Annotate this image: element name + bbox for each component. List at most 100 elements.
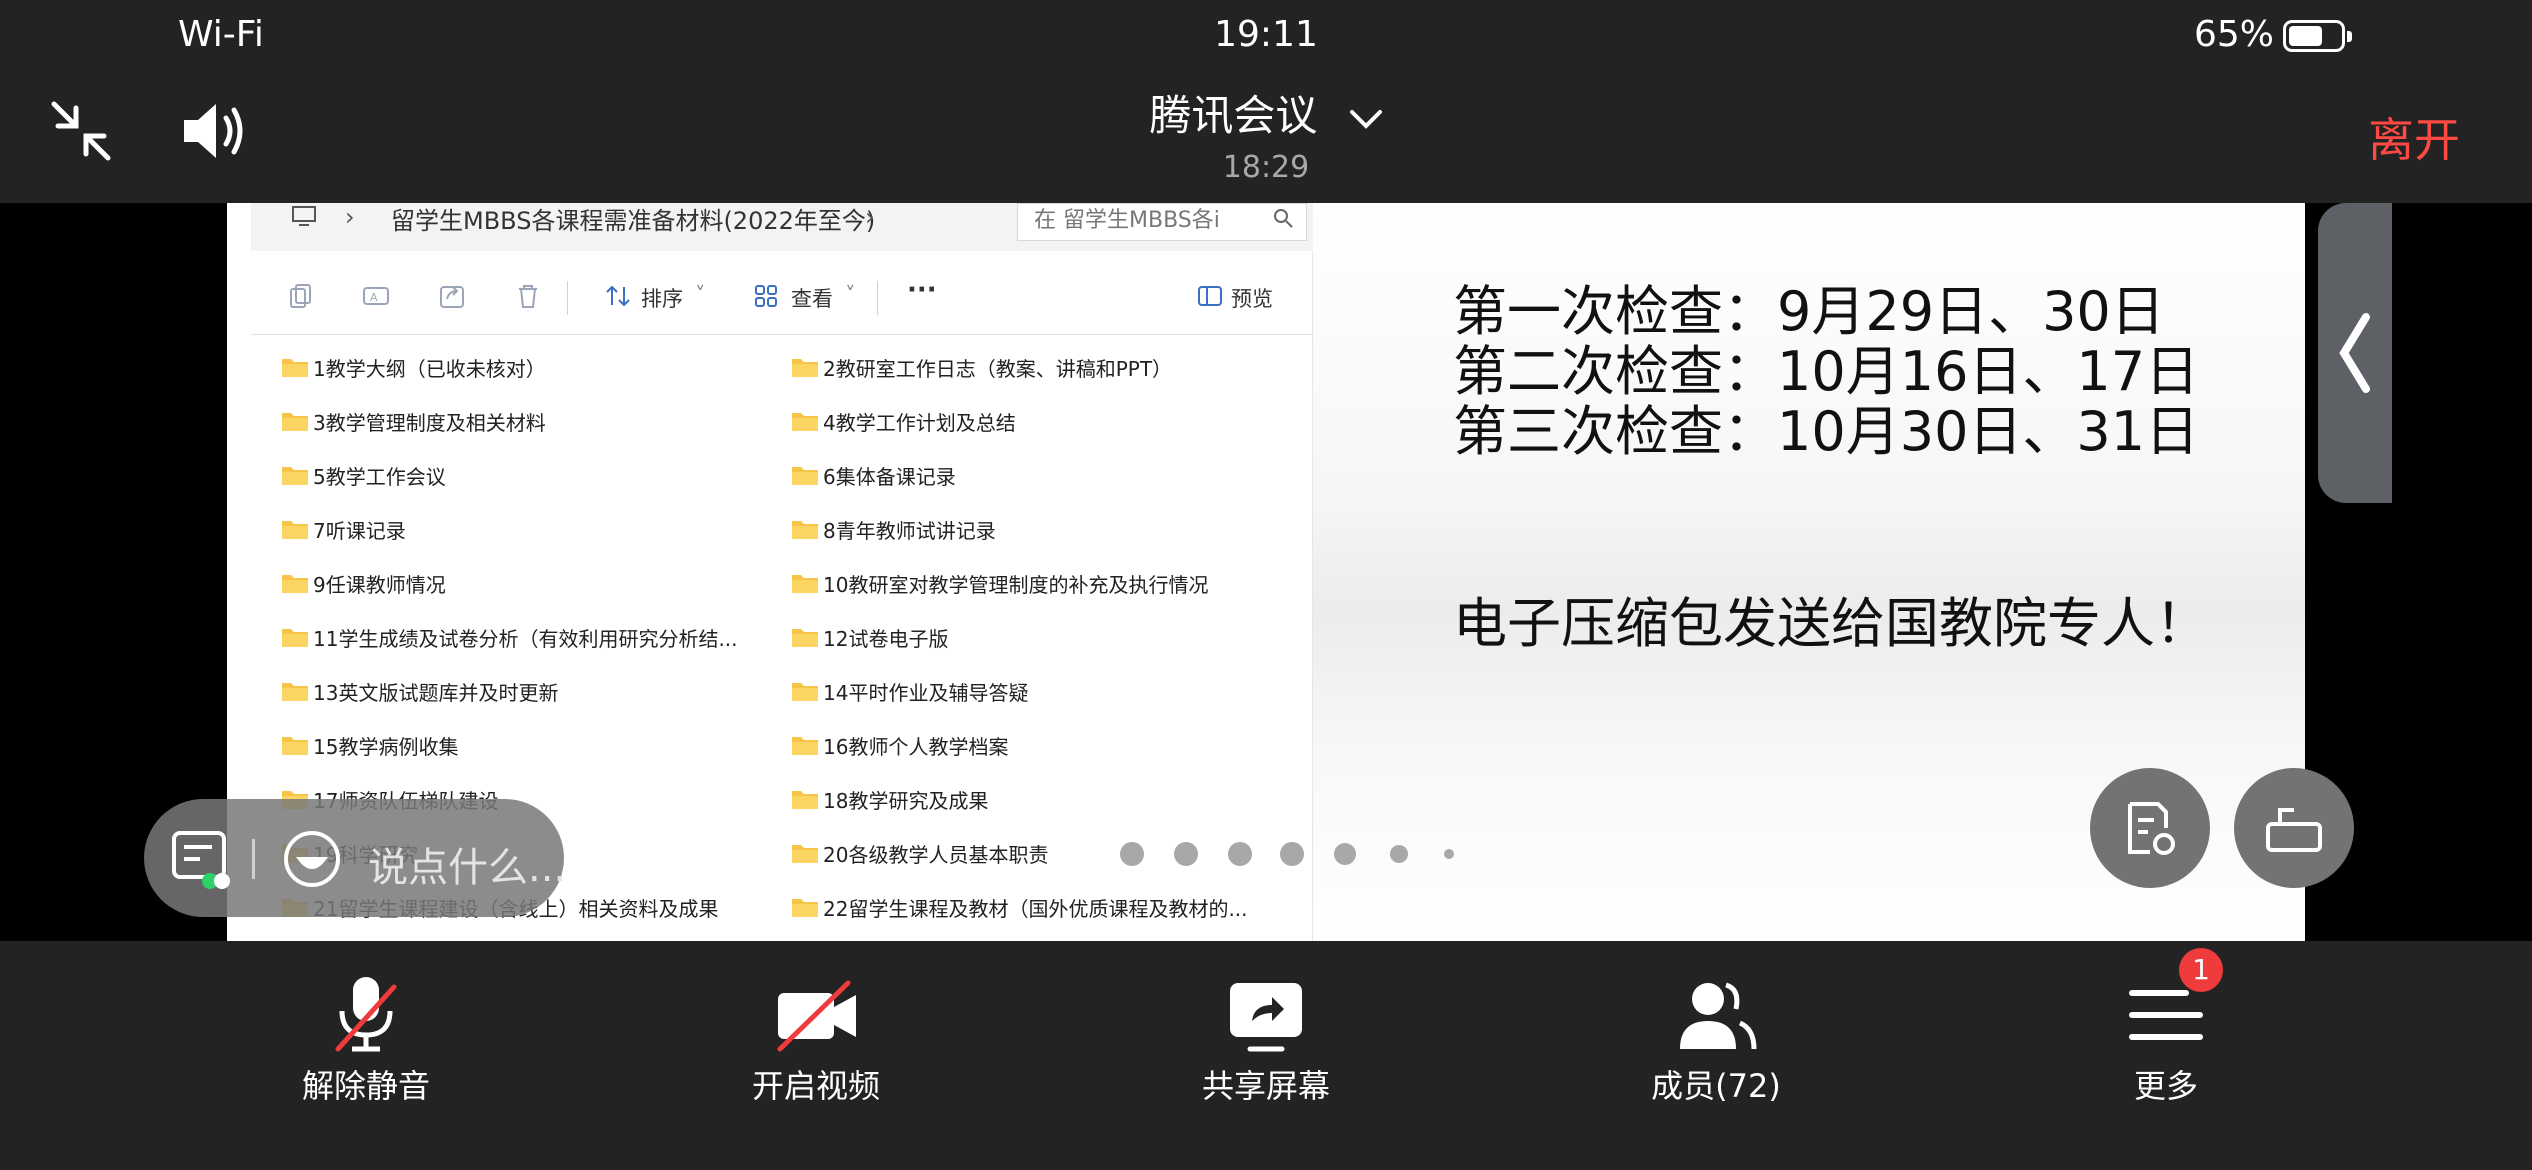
- share-icon: [440, 286, 464, 308]
- folder-icon: [282, 521, 308, 539]
- folder-icon: [792, 629, 818, 647]
- folder-label: 3教学管理制度及相关材料: [313, 411, 546, 435]
- folder-label: 18教学研究及成果: [823, 789, 989, 813]
- chevron-left-icon: [2339, 313, 2370, 393]
- folder-label: 8青年教师试讲记录: [823, 519, 996, 543]
- folder-label: 16教师个人教学档案: [823, 735, 1009, 759]
- folder-label: 20各级教学人员基本职责: [823, 843, 1049, 867]
- rotate-lock-icon: [2266, 808, 2322, 852]
- meeting-toolbar: 解除静音 开启视频 共享屏幕 成员(72) 更多: [0, 941, 2532, 1170]
- computer-icon: [292, 206, 316, 226]
- copy-icon: [290, 284, 311, 308]
- folder-label: 6集体备课记录: [823, 465, 956, 489]
- folder-icon: [792, 683, 818, 701]
- unmute-button[interactable]: 解除静音: [216, 941, 516, 1170]
- folder-icon: [792, 737, 818, 755]
- folder-icon: [792, 899, 818, 917]
- folder-icon: [792, 413, 818, 431]
- folder-label: 4教学工作计划及总结: [823, 411, 1016, 435]
- folder-label: 10教研室对教学管理制度的补充及执行情况: [823, 573, 1209, 597]
- chat-placeholder: 说点什么...: [368, 845, 567, 891]
- chevron-right-icon: ›: [345, 203, 355, 231]
- folder-icon: [792, 845, 818, 863]
- toolbar-divider: [877, 281, 878, 315]
- chevron-right-icon: ›: [865, 203, 875, 231]
- chevron-down-icon: [1349, 109, 1382, 129]
- sort-icon: [606, 285, 630, 307]
- folder-icon: [792, 467, 818, 485]
- folder-label: 2教研室工作日志（教案、讲稿和PPT）: [823, 357, 1173, 381]
- rename-icon: A: [363, 287, 389, 305]
- folder-icon: [792, 575, 818, 593]
- explorer-search-box: 在 留学生MBBS各i: [1017, 203, 1307, 241]
- leave-meeting-button[interactable]: 离开: [2368, 104, 2460, 170]
- side-panel-toggle[interactable]: [2318, 203, 2392, 503]
- folder-label: 11学生成绩及试卷分析（有效利用研究分析结...: [313, 627, 738, 651]
- microphone-muted-icon: [335, 977, 397, 1052]
- document-sync-button[interactable]: [2090, 768, 2210, 888]
- chat-divider: [252, 839, 255, 879]
- chevron-down-icon: ˅: [845, 283, 856, 307]
- chevron-down-icon: ˅: [695, 283, 706, 307]
- meeting-duration: 18:29: [1222, 150, 1310, 185]
- folder-icon: [282, 629, 308, 647]
- folder-label: 14平时作业及辅导答疑: [823, 681, 1029, 705]
- explorer-address-bar: › 留学生MBBS各课程需准备材料(2022年至今) › 在 留学生MBBS各i: [251, 203, 1313, 251]
- start-video-label: 开启视频: [751, 1067, 880, 1105]
- folder-label: 9任课教师情况: [313, 573, 446, 597]
- folder-icon: [282, 359, 308, 377]
- explorer-toolbar: A 排序 ˅ 查看 ˅ ··· 预览: [251, 261, 1313, 335]
- more-label: 更多: [2133, 1067, 2198, 1105]
- battery-icon: [2283, 20, 2352, 52]
- page-indicator[interactable]: [1120, 842, 1460, 868]
- rotate-screen-button[interactable]: [2234, 768, 2354, 888]
- start-video-button[interactable]: 开启视频: [666, 941, 966, 1170]
- folder-label: 13英文版试题库并及时更新: [313, 681, 559, 705]
- folder-icon: [282, 683, 308, 701]
- preview-pane-icon: [1198, 286, 1222, 306]
- members-button[interactable]: 成员(72): [1566, 941, 1866, 1170]
- share-screen-button[interactable]: 共享屏幕: [1116, 941, 1416, 1170]
- folder-icon: [792, 791, 818, 809]
- unmute-label: 解除静音: [301, 1067, 430, 1105]
- explorer-search-placeholder: 在 留学生MBBS各i: [1034, 208, 1220, 233]
- slide-text-line: 第三次检查：10月30日、31日: [1453, 400, 2200, 463]
- camera-off-icon: [777, 980, 856, 1052]
- members-label: 成员(72): [1651, 1067, 1781, 1105]
- svg-text:A: A: [370, 291, 378, 304]
- status-clock: 19:11: [1214, 14, 1318, 55]
- preview-label: 预览: [1231, 287, 1273, 311]
- more-button[interactable]: 更多: [2016, 941, 2316, 1170]
- folder-label: 22留学生课程及教材（国外优质课程及教材的...: [823, 897, 1248, 921]
- view-label: 查看: [791, 287, 833, 311]
- folder-icon: [792, 521, 818, 539]
- screen-share-icon: [1230, 983, 1302, 1052]
- slide-text-line: 电子压缩包发送给国教院专人！: [1453, 592, 2209, 655]
- more-options-icon: ···: [907, 275, 937, 305]
- toolbar-divider: [567, 281, 568, 315]
- chat-list-icon: [172, 831, 230, 889]
- top-bar: Wi-Fi 19:11 65% 腾讯会议 18:29 离开: [0, 0, 2532, 203]
- folder-icon: [282, 413, 308, 431]
- folder-icon: [282, 467, 308, 485]
- document-icon: [2128, 802, 2175, 855]
- chat-input-bar[interactable]: 说点什么...: [144, 799, 567, 917]
- folder-label: 5教学工作会议: [313, 465, 446, 489]
- search-icon: [1274, 209, 1293, 228]
- delete-icon: [519, 285, 537, 308]
- view-grid-icon: [755, 285, 777, 307]
- folder-icon: [282, 737, 308, 755]
- explorer-path: 留学生MBBS各课程需准备材料(2022年至今): [391, 207, 876, 235]
- folder-label: 1教学大纲（已收未核对）: [313, 357, 546, 381]
- folder-label: 7听课记录: [313, 519, 406, 543]
- participants-icon: [1680, 982, 1757, 1050]
- emoji-icon[interactable]: [282, 829, 342, 889]
- sort-label: 排序: [641, 287, 683, 311]
- meeting-title-dropdown[interactable]: 腾讯会议: [0, 82, 2532, 143]
- folder-label: 15教学病例收集: [313, 735, 459, 759]
- notification-badge: 1: [2179, 948, 2223, 992]
- meeting-title: 腾讯会议: [1149, 91, 1318, 140]
- folder-label: 12试卷电子版: [823, 627, 949, 651]
- folder-icon: [282, 575, 308, 593]
- share-screen-label: 共享屏幕: [1201, 1067, 1330, 1105]
